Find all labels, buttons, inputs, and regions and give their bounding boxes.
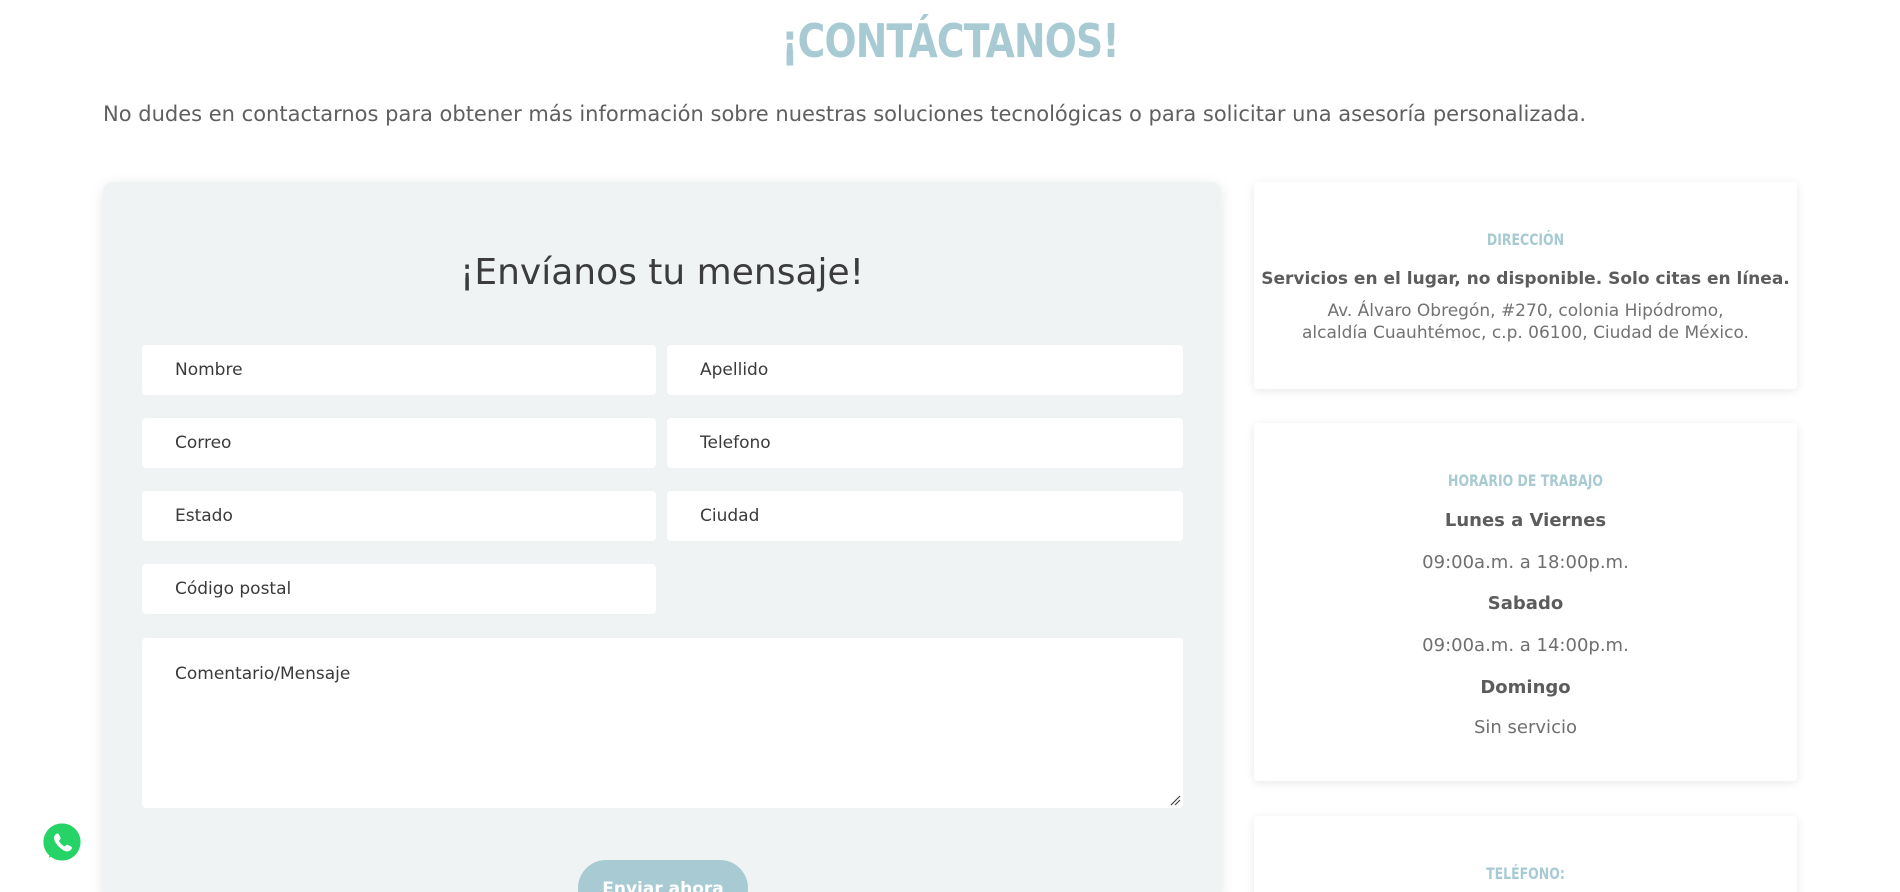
intro-text: No dudes en contactarnos para obtener má… bbox=[103, 102, 1587, 126]
schedule-day-label: Domingo bbox=[1480, 677, 1571, 698]
comentario-placeholder: Comentario/Mensaje bbox=[175, 664, 351, 684]
schedule-heading: HORARIO DE TRABAJO bbox=[1448, 471, 1603, 490]
address-notice: Servicios en el lugar, no disponible. So… bbox=[1261, 269, 1790, 289]
codigo-postal-input[interactable]: Código postal bbox=[142, 564, 656, 614]
estado-placeholder: Estado bbox=[175, 506, 233, 526]
comentario-textarea[interactable]: Comentario/Mensaje bbox=[142, 638, 1183, 808]
address-card: DIRECCIÓN Servicios en el lugar, no disp… bbox=[1254, 182, 1797, 389]
schedule-hours: 09:00a.m. a 14:00p.m. bbox=[1422, 635, 1629, 656]
correo-input[interactable]: Correo bbox=[142, 418, 656, 468]
nombre-placeholder: Nombre bbox=[175, 360, 243, 380]
ciudad-placeholder: Ciudad bbox=[700, 506, 760, 526]
phone-card: TELÉFONO: bbox=[1254, 816, 1797, 892]
telefono-input[interactable]: Telefono bbox=[667, 418, 1183, 468]
resize-handle-icon[interactable] bbox=[1169, 794, 1181, 806]
form-title: ¡Envíanos tu mensaje! bbox=[459, 252, 865, 293]
whatsapp-icon[interactable] bbox=[39, 819, 85, 865]
codigo-postal-placeholder: Código postal bbox=[175, 579, 292, 599]
schedule-hours: Sin servicio bbox=[1474, 717, 1577, 738]
nombre-input[interactable]: Nombre bbox=[142, 345, 656, 395]
page-title: ¡CONTÁCTANOS! bbox=[781, 14, 1119, 68]
schedule-day-label: Lunes a Viernes bbox=[1444, 510, 1607, 531]
address-text: Av. Álvaro Obregón, #270, colonia Hipódr… bbox=[1302, 301, 1749, 343]
apellido-placeholder: Apellido bbox=[700, 360, 769, 380]
apellido-input[interactable]: Apellido bbox=[667, 345, 1183, 395]
telefono-placeholder: Telefono bbox=[700, 433, 771, 453]
submit-button[interactable]: Enviar ahora bbox=[578, 860, 748, 892]
correo-placeholder: Correo bbox=[175, 433, 232, 453]
schedule-card: HORARIO DE TRABAJO Lunes a Viernes 09:00… bbox=[1254, 423, 1797, 781]
contact-page: ¡CONTÁCTANOS! No dudes en contactarnos p… bbox=[0, 0, 1900, 892]
estado-input[interactable]: Estado bbox=[142, 491, 656, 541]
address-heading: DIRECCIÓN bbox=[1486, 230, 1565, 249]
phone-heading: TELÉFONO: bbox=[1486, 864, 1565, 883]
ciudad-input[interactable]: Ciudad bbox=[667, 491, 1183, 541]
schedule-hours: 09:00a.m. a 18:00p.m. bbox=[1422, 552, 1629, 573]
schedule-day-label: Sabado bbox=[1487, 593, 1564, 614]
contact-form-panel: ¡Envíanos tu mensaje! Nombre Apellido Co… bbox=[103, 182, 1221, 892]
